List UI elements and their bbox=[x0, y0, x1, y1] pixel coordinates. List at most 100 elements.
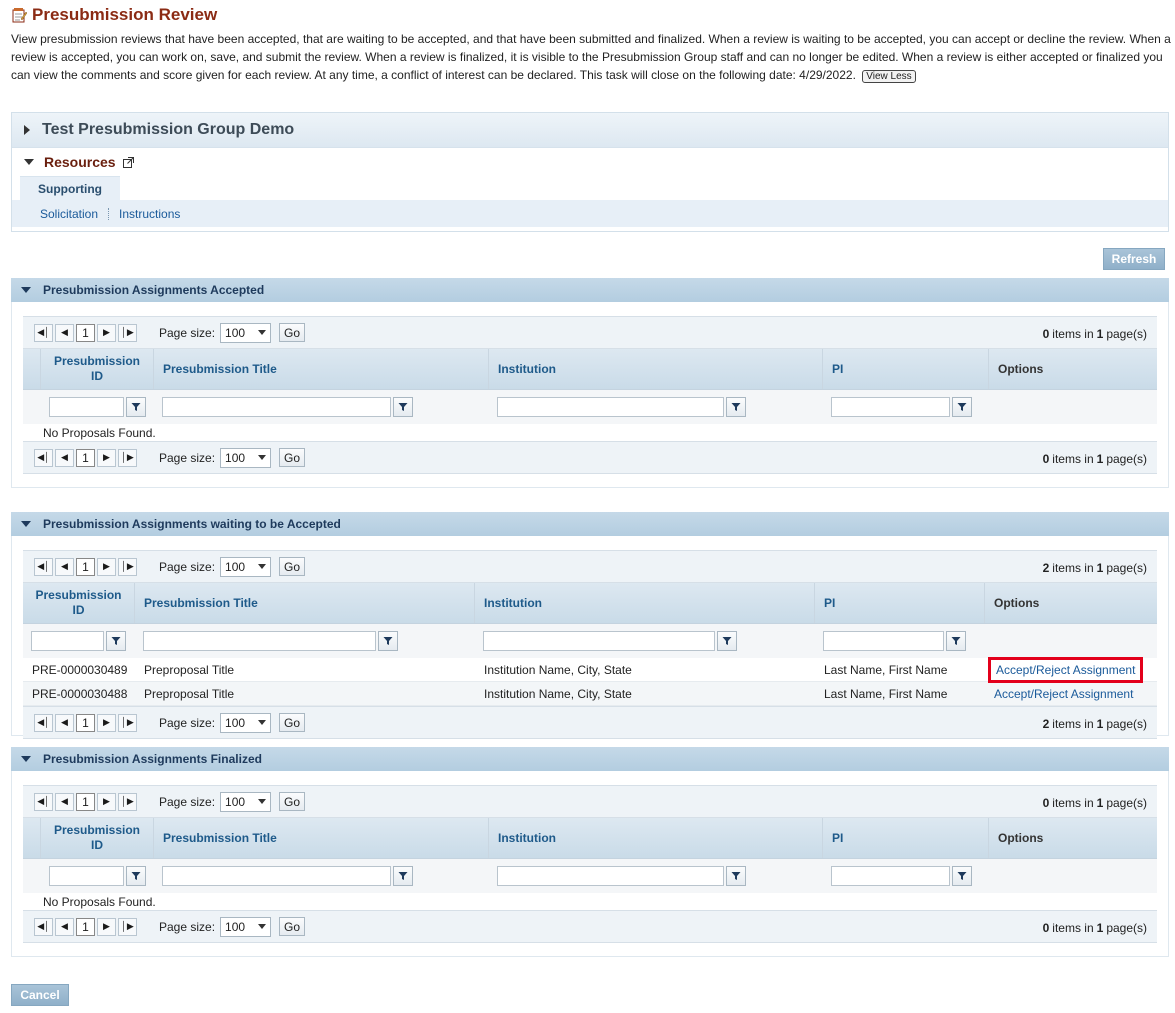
next-page-icon[interactable]: ▶ bbox=[97, 448, 116, 467]
prev-page-icon[interactable]: ◀ bbox=[55, 557, 74, 576]
accepted-section-header[interactable]: Presubmission Assignments Accepted bbox=[11, 278, 1169, 302]
filter-icon[interactable] bbox=[378, 631, 398, 651]
go-button[interactable]: Go bbox=[279, 448, 306, 467]
next-page-icon[interactable]: ▶ bbox=[97, 323, 116, 342]
filter-icon[interactable] bbox=[726, 397, 746, 417]
group-header[interactable]: Test Presubmission Group Demo bbox=[12, 113, 1168, 148]
page-size-select[interactable]: 100 bbox=[220, 916, 272, 937]
accept-reject-link[interactable]: Accept/Reject Assignment bbox=[996, 663, 1135, 677]
page-number-button[interactable]: 1 bbox=[76, 713, 95, 732]
filter-icon[interactable] bbox=[126, 397, 146, 417]
filter-icon[interactable] bbox=[952, 397, 972, 417]
page-size-select[interactable]: 100 bbox=[220, 712, 272, 733]
view-less-button[interactable]: View Less bbox=[862, 70, 916, 83]
col-header-pi[interactable]: PI bbox=[823, 349, 989, 389]
last-page-icon[interactable]: │▶ bbox=[118, 448, 137, 467]
filter-id-input[interactable] bbox=[31, 631, 104, 651]
page-size-select[interactable]: 100 bbox=[220, 791, 272, 812]
solicitation-link[interactable]: Solicitation bbox=[40, 207, 98, 221]
filter-pi-input[interactable] bbox=[831, 866, 950, 886]
resource-links: Solicitation Instructions bbox=[12, 200, 1168, 227]
pages-suffix: page(s) bbox=[1106, 451, 1147, 466]
filter-institution-input[interactable] bbox=[497, 397, 724, 417]
go-button[interactable]: Go bbox=[279, 917, 306, 936]
first-page-icon[interactable]: ◀│ bbox=[34, 792, 53, 811]
col-header-id[interactable]: Presubmission ID bbox=[23, 583, 135, 623]
go-button[interactable]: Go bbox=[279, 323, 306, 342]
next-page-icon[interactable]: ▶ bbox=[97, 557, 116, 576]
prev-page-icon[interactable]: ◀ bbox=[55, 917, 74, 936]
filter-icon[interactable] bbox=[393, 397, 413, 417]
prev-page-icon[interactable]: ◀ bbox=[55, 323, 74, 342]
first-page-icon[interactable]: ◀│ bbox=[34, 713, 53, 732]
finalized-section-header[interactable]: Presubmission Assignments Finalized bbox=[11, 747, 1169, 771]
page-size-select[interactable]: 100 bbox=[220, 447, 272, 468]
tab-supporting[interactable]: Supporting bbox=[20, 176, 120, 200]
cancel-button[interactable]: Cancel bbox=[11, 984, 69, 1006]
filter-id-input[interactable] bbox=[49, 866, 124, 886]
last-page-icon[interactable]: │▶ bbox=[118, 323, 137, 342]
filter-icon[interactable] bbox=[952, 866, 972, 886]
collapse-arrow-icon[interactable] bbox=[24, 159, 34, 165]
go-button[interactable]: Go bbox=[279, 713, 306, 732]
col-header-title[interactable]: Presubmission Title bbox=[154, 349, 489, 389]
page-number-button[interactable]: 1 bbox=[76, 792, 95, 811]
filter-pi-input[interactable] bbox=[831, 397, 950, 417]
col-header-pi[interactable]: PI bbox=[823, 818, 989, 858]
page-number-button[interactable]: 1 bbox=[76, 557, 95, 576]
next-page-icon[interactable]: ▶ bbox=[97, 713, 116, 732]
page-size-select[interactable]: 100 bbox=[220, 556, 272, 577]
col-header-title[interactable]: Presubmission Title bbox=[154, 818, 489, 858]
last-page-icon[interactable]: │▶ bbox=[118, 792, 137, 811]
col-header-id[interactable]: Presubmission ID bbox=[41, 818, 154, 858]
filter-icon[interactable] bbox=[946, 631, 966, 651]
filter-icon[interactable] bbox=[126, 866, 146, 886]
go-button[interactable]: Go bbox=[279, 792, 306, 811]
collapse-arrow-icon[interactable] bbox=[21, 756, 31, 762]
first-page-icon[interactable]: ◀│ bbox=[34, 557, 53, 576]
collapse-arrow-icon[interactable] bbox=[21, 287, 31, 293]
filter-id-input[interactable] bbox=[49, 397, 124, 417]
next-page-icon[interactable]: ▶ bbox=[97, 917, 116, 936]
col-header-institution[interactable]: Institution bbox=[489, 818, 823, 858]
filter-pi-input[interactable] bbox=[823, 631, 944, 651]
external-link-icon[interactable] bbox=[122, 156, 134, 168]
filter-icon[interactable] bbox=[726, 866, 746, 886]
filter-title-input[interactable] bbox=[162, 866, 391, 886]
page-number-button[interactable]: 1 bbox=[76, 448, 95, 467]
prev-page-icon[interactable]: ◀ bbox=[55, 713, 74, 732]
expand-arrow-icon[interactable] bbox=[24, 125, 30, 135]
filter-institution-input[interactable] bbox=[497, 866, 724, 886]
page-number-button[interactable]: 1 bbox=[76, 917, 95, 936]
col-header-title[interactable]: Presubmission Title bbox=[135, 583, 475, 623]
col-header-institution[interactable]: Institution bbox=[475, 583, 815, 623]
section-title: Presubmission Assignments waiting to be … bbox=[43, 517, 341, 531]
collapse-arrow-icon[interactable] bbox=[21, 521, 31, 527]
last-page-icon[interactable]: │▶ bbox=[118, 917, 137, 936]
page-size-select[interactable]: 100 bbox=[220, 322, 272, 343]
instructions-link[interactable]: Instructions bbox=[119, 207, 180, 221]
first-page-icon[interactable]: ◀│ bbox=[34, 323, 53, 342]
first-page-icon[interactable]: ◀│ bbox=[34, 448, 53, 467]
prev-page-icon[interactable]: ◀ bbox=[55, 448, 74, 467]
last-page-icon[interactable]: │▶ bbox=[118, 557, 137, 576]
filter-title-input[interactable] bbox=[143, 631, 376, 651]
filter-icon[interactable] bbox=[393, 866, 413, 886]
first-page-icon[interactable]: ◀│ bbox=[34, 917, 53, 936]
go-button[interactable]: Go bbox=[279, 557, 306, 576]
accept-reject-link[interactable]: Accept/Reject Assignment bbox=[994, 687, 1133, 701]
filter-institution-input[interactable] bbox=[483, 631, 715, 651]
last-page-icon[interactable]: │▶ bbox=[118, 713, 137, 732]
page-number-button[interactable]: 1 bbox=[76, 323, 95, 342]
waiting-section-header[interactable]: Presubmission Assignments waiting to be … bbox=[11, 512, 1169, 536]
filter-title-input[interactable] bbox=[162, 397, 391, 417]
refresh-button[interactable]: Refresh bbox=[1103, 248, 1165, 270]
col-header-pi[interactable]: PI bbox=[815, 583, 985, 623]
filter-icon[interactable] bbox=[106, 631, 126, 651]
col-header-institution[interactable]: Institution bbox=[489, 349, 823, 389]
col-header-id[interactable]: Presubmission ID bbox=[41, 349, 154, 389]
filter-icon[interactable] bbox=[717, 631, 737, 651]
next-page-icon[interactable]: ▶ bbox=[97, 792, 116, 811]
prev-page-icon[interactable]: ◀ bbox=[55, 792, 74, 811]
resources-header[interactable]: Resources bbox=[12, 148, 1168, 176]
